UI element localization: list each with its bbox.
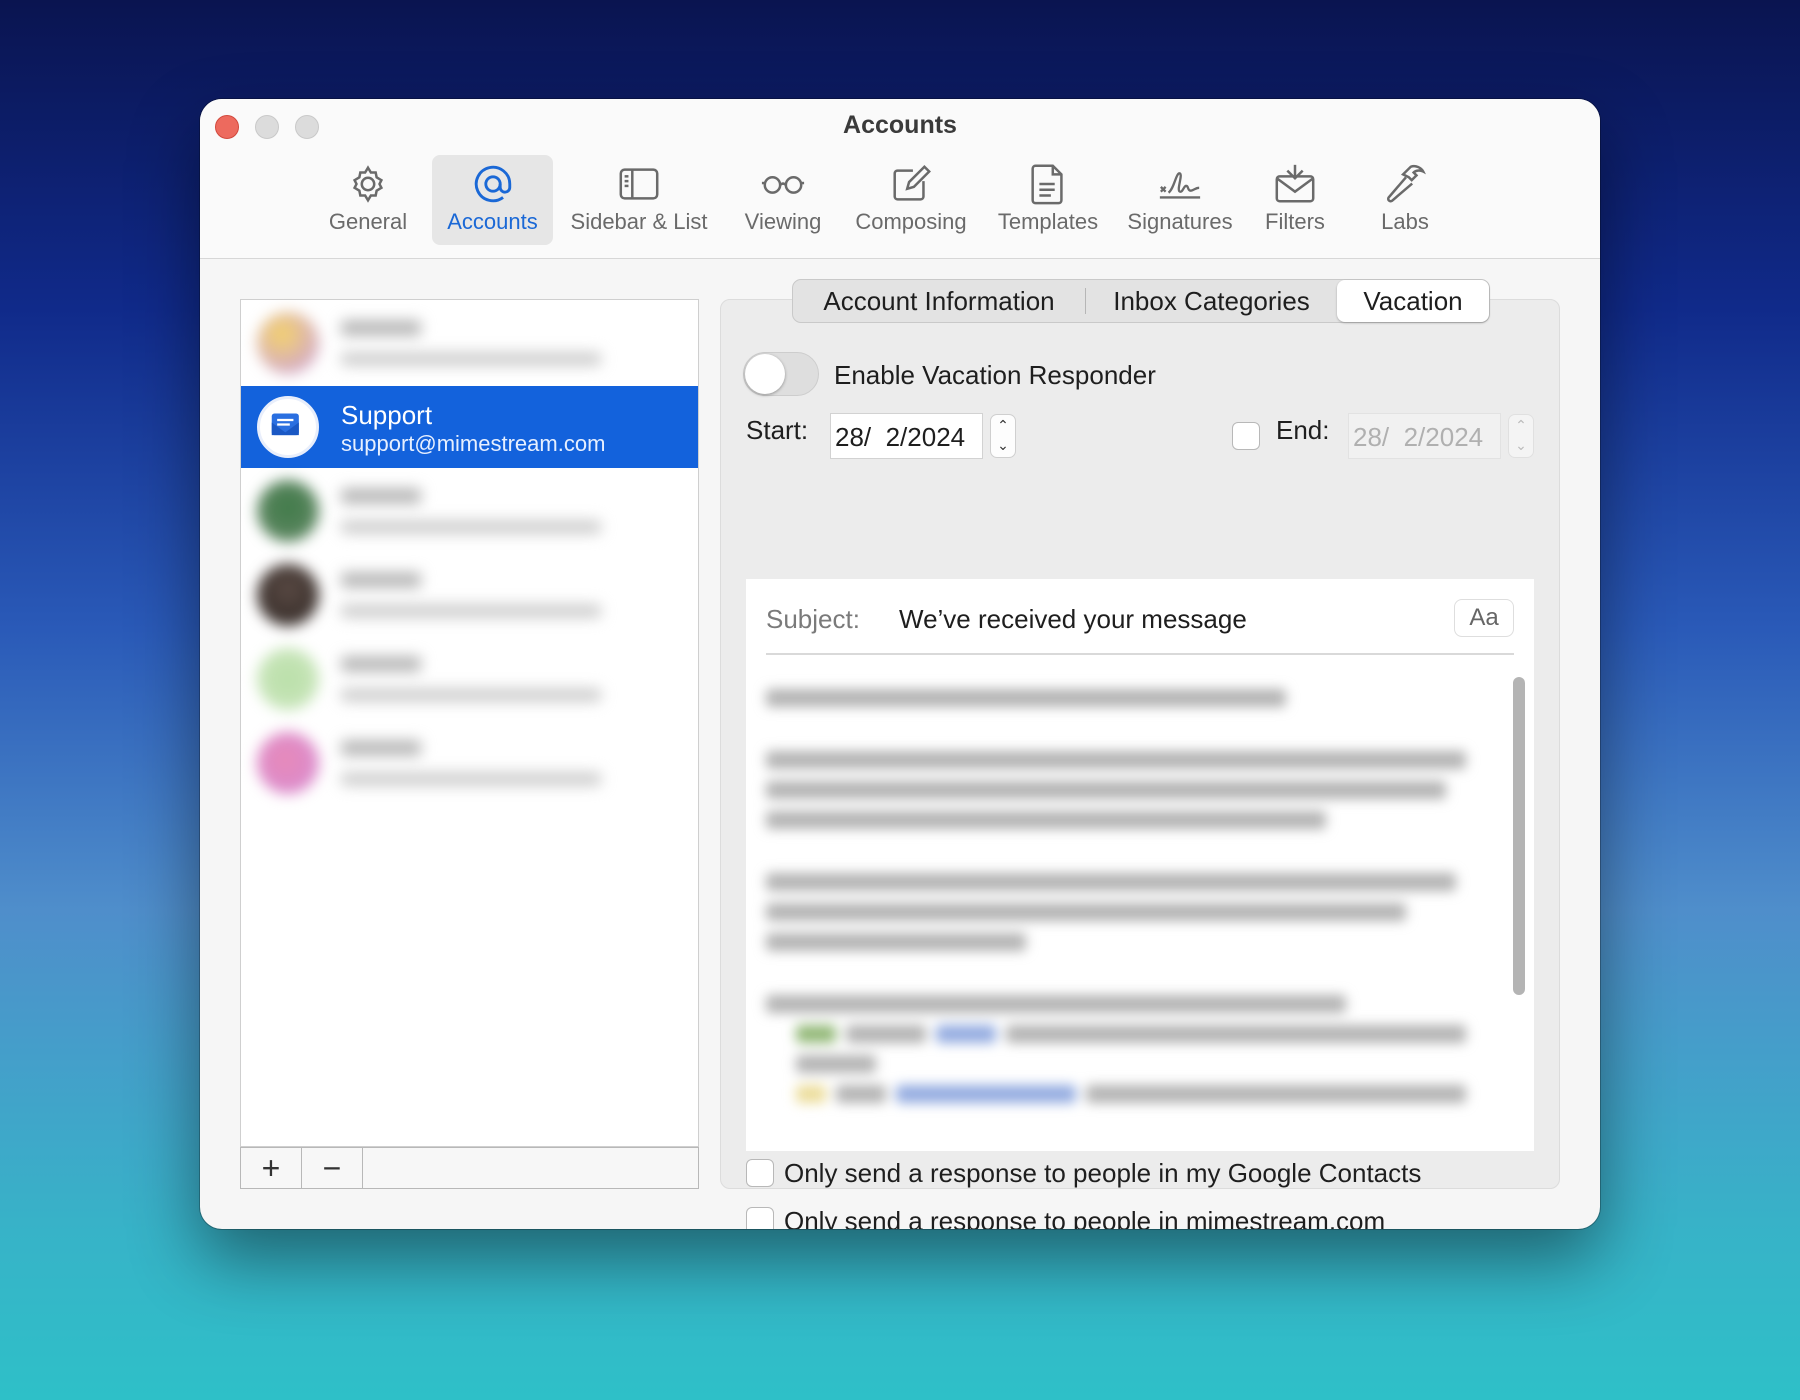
glasses-icon	[761, 176, 805, 194]
toolbar-composing-label: Composing	[855, 209, 967, 234]
subject-divider	[766, 653, 1514, 655]
avatar	[257, 312, 319, 374]
account-row[interactable]	[241, 302, 698, 384]
blurred-name	[341, 488, 421, 504]
toolbar-templates-label: Templates	[997, 209, 1099, 234]
document-icon	[1031, 164, 1063, 205]
titlebar: Accounts General Accounts Sidebar & List…	[200, 99, 1600, 259]
start-date-stepper[interactable]: ⌃ ⌄	[990, 414, 1016, 458]
toolbar-labs[interactable]: Labs	[1365, 155, 1445, 245]
toolbar-composing[interactable]: Composing	[848, 155, 974, 245]
blurred-email	[341, 604, 601, 618]
toolbar-templates[interactable]: Templates	[989, 155, 1107, 245]
toolbar-sidebar-list-label: Sidebar & List	[570, 209, 708, 234]
subject-field[interactable]: We’ve received your message	[899, 604, 1247, 635]
blurred-name	[341, 656, 421, 672]
end-date-checkbox[interactable]	[1232, 422, 1260, 450]
toolbar-accounts-label: Accounts	[447, 209, 538, 234]
envelope-filter-icon	[1275, 164, 1315, 203]
tab-vacation[interactable]: Vacation	[1337, 280, 1489, 322]
avatar	[257, 732, 319, 794]
tab-inbox-categories[interactable]: Inbox Categories	[1086, 280, 1337, 322]
blurred-name	[341, 572, 421, 588]
toolbar-labs-label: Labs	[1381, 209, 1429, 234]
avatar	[257, 564, 319, 626]
account-list: Support support@mimestream.com	[240, 299, 699, 1147]
toolbar-filters[interactable]: Filters	[1250, 155, 1340, 245]
account-email: support@mimestream.com	[341, 431, 606, 456]
account-row[interactable]	[241, 722, 698, 804]
preferences-toolbar: General Accounts Sidebar & List Viewing …	[200, 155, 1600, 247]
end-date-field[interactable]: 28/ 2/2024	[1348, 413, 1501, 459]
text-format-button[interactable]: Aa	[1454, 599, 1514, 637]
account-row[interactable]	[241, 470, 698, 552]
sidebar-icon	[619, 168, 659, 200]
toolbar-sidebar-list[interactable]: Sidebar & List	[562, 155, 716, 245]
blurred-email	[341, 520, 601, 534]
remove-account-button[interactable]: −	[302, 1148, 363, 1188]
toolbar-accounts[interactable]: Accounts	[432, 155, 553, 245]
at-sign-icon	[474, 165, 511, 203]
account-row[interactable]	[241, 638, 698, 720]
start-label: Start:	[746, 415, 809, 445]
editor-scrollbar[interactable]	[1510, 669, 1528, 1149]
blurred-email	[341, 772, 601, 786]
toolbar-viewing-label: Viewing	[744, 209, 822, 234]
toolbar-general-label: General	[328, 209, 408, 234]
scrollbar-thumb[interactable]	[1513, 677, 1525, 995]
hammer-icon	[1387, 164, 1426, 203]
account-list-footer: + −	[240, 1147, 699, 1189]
domain-only-label: Only send a response to people in mimest…	[784, 1206, 1386, 1229]
account-row-selected[interactable]: Support support@mimestream.com	[241, 386, 698, 468]
toolbar-viewing[interactable]: Viewing	[729, 155, 837, 245]
blurred-email	[341, 352, 601, 366]
toolbar-signatures-label: Signatures	[1127, 209, 1233, 234]
end-date-stepper[interactable]: ⌃ ⌄	[1508, 414, 1534, 458]
start-date-field[interactable]: 28/ 2/2024	[830, 413, 983, 459]
vacation-responder-toggle[interactable]	[743, 352, 819, 396]
tab-account-information[interactable]: Account Information	[793, 280, 1085, 322]
signature-icon	[1159, 172, 1201, 199]
gear-icon	[352, 165, 384, 203]
account-name: Support	[341, 400, 433, 430]
avatar	[257, 648, 319, 710]
account-row[interactable]	[241, 554, 698, 636]
subject-label: Subject:	[766, 604, 860, 634]
window-title: Accounts	[843, 111, 957, 139]
account-tabs: Account Information Inbox Categories Vac…	[792, 279, 1490, 323]
contacts-only-label: Only send a response to people in my Goo…	[784, 1158, 1422, 1188]
enable-vacation-label: Enable Vacation Responder	[834, 360, 1156, 390]
vacation-message-editor[interactable]: Subject: We’ve received your message Aa	[746, 579, 1534, 1151]
end-label: End:	[1276, 415, 1330, 445]
preferences-window: Accounts General Accounts Sidebar & List…	[200, 99, 1600, 1229]
toolbar-filters-label: Filters	[1265, 209, 1325, 234]
domain-only-checkbox[interactable]	[746, 1207, 774, 1229]
toggle-knob	[745, 354, 785, 394]
blurred-name	[341, 740, 421, 756]
message-body-blurred	[766, 679, 1506, 1151]
toolbar-general[interactable]: General	[313, 155, 423, 245]
contacts-only-checkbox[interactable]	[746, 1159, 774, 1187]
toolbar-signatures[interactable]: Signatures	[1120, 155, 1240, 245]
avatar	[257, 480, 319, 542]
blurred-name	[341, 320, 421, 336]
blurred-email	[341, 688, 601, 702]
add-account-button[interactable]: +	[241, 1148, 302, 1188]
compose-icon	[893, 164, 931, 201]
mail-app-icon	[257, 396, 319, 458]
